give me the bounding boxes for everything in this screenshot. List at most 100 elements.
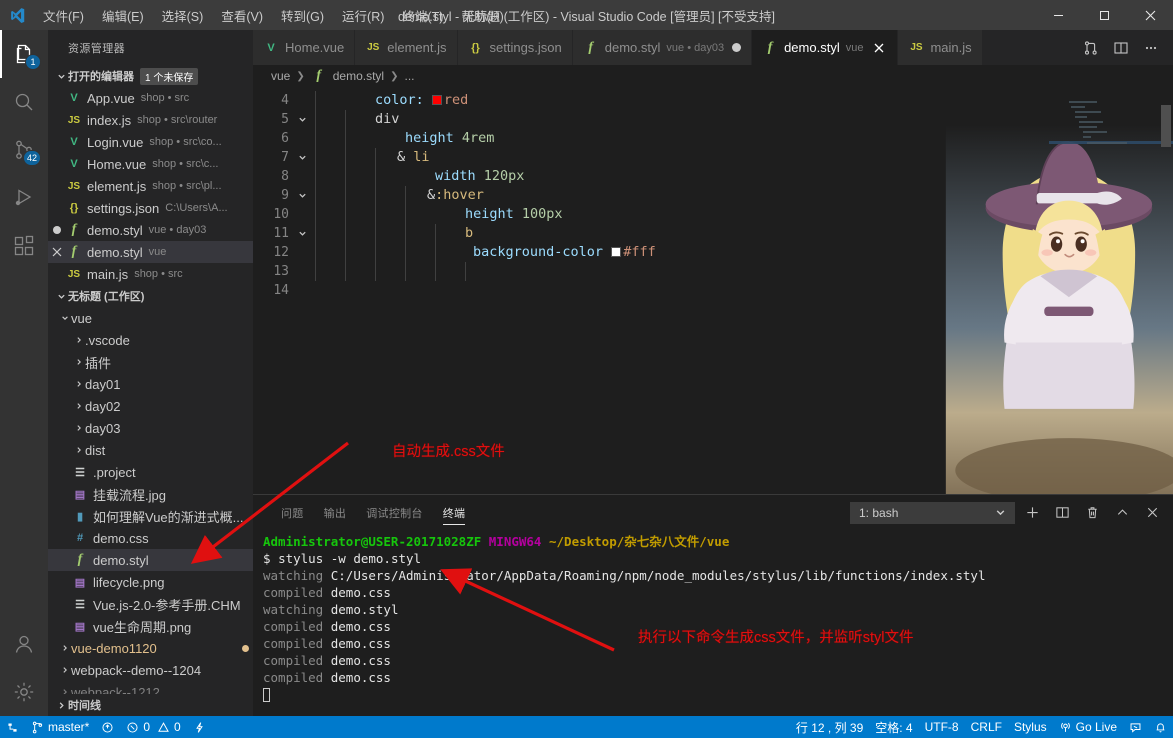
- bell-icon[interactable]: [1148, 721, 1173, 734]
- tree-item[interactable]: webpack--demo--1204: [48, 659, 253, 681]
- tree-item[interactable]: day02: [48, 395, 253, 417]
- open-editor-item[interactable]: {} settings.json C:\Users\A...: [48, 197, 253, 219]
- tab-demo-styl-active[interactable]: f demo.styl vue: [752, 30, 898, 65]
- tab-home-vue[interactable]: V Home.vue: [253, 30, 355, 65]
- open-editor-item[interactable]: V Login.vue shop • src\co...: [48, 131, 253, 153]
- panel-tab-debug-console[interactable]: 调试控制台: [356, 495, 433, 530]
- terminal-selector[interactable]: 1: bash: [850, 502, 1015, 524]
- menu-help[interactable]: 帮助(H): [452, 0, 512, 30]
- open-editor-item[interactable]: V App.vue shop • src: [48, 87, 253, 109]
- open-editors-header[interactable]: 打开的编辑器 1 个未保存: [48, 65, 253, 87]
- maximize-button[interactable]: [1081, 0, 1127, 30]
- workspace-header[interactable]: 无标题 (工作区): [48, 285, 253, 307]
- tree-item[interactable]: vue-demo1120: [48, 637, 253, 659]
- fold-chevron-icon[interactable]: [295, 224, 309, 243]
- menu-go[interactable]: 转到(G): [272, 0, 333, 30]
- chevron-right-icon: ❯: [294, 71, 306, 82]
- editor-scrollbar[interactable]: [1159, 87, 1173, 494]
- split-editor-icon[interactable]: [1077, 34, 1105, 62]
- trash-icon[interactable]: [1079, 501, 1105, 525]
- end-of-line[interactable]: CRLF: [965, 720, 1008, 734]
- breadcrumb-item-file[interactable]: demo.styl: [333, 69, 384, 83]
- fold-chevron-icon[interactable]: [295, 110, 309, 129]
- menu-view[interactable]: 查看(V): [212, 0, 272, 30]
- fold-chevron-icon[interactable]: [295, 148, 309, 167]
- panel-tab-terminal[interactable]: 终端: [433, 495, 476, 530]
- menu-edit[interactable]: 编辑(E): [93, 0, 153, 30]
- layout-icon[interactable]: [1107, 34, 1135, 62]
- go-live[interactable]: Go Live: [1053, 720, 1123, 734]
- remote-indicator[interactable]: [0, 716, 25, 738]
- tree-item[interactable]: day03: [48, 417, 253, 439]
- activity-search[interactable]: [0, 78, 48, 126]
- indentation[interactable]: 空格: 4: [869, 719, 918, 736]
- tree-item[interactable]: ▤ vue生命周期.png: [48, 615, 253, 637]
- activity-settings-gear[interactable]: [0, 668, 48, 716]
- tab-main-js[interactable]: JS main.js: [898, 30, 982, 65]
- open-editor-item[interactable]: V Home.vue shop • src\c...: [48, 153, 253, 175]
- git-branch[interactable]: master*: [25, 716, 95, 738]
- tab-demo-styl-day03[interactable]: f demo.styl vue • day03: [573, 30, 752, 65]
- tree-item[interactable]: ▤ 挂载流程.jpg: [48, 483, 253, 505]
- activity-extensions[interactable]: [0, 222, 48, 270]
- unsaved-dot-icon[interactable]: [732, 43, 741, 52]
- tree-item[interactable]: ▮ 如何理解Vue的渐进式概...: [48, 505, 253, 527]
- annotation-text-1: 自动生成.css文件: [392, 440, 505, 461]
- chevron-up-icon[interactable]: [1109, 501, 1135, 525]
- tree-item[interactable]: webpack--1212: [48, 681, 253, 694]
- fold-chevron-icon[interactable]: [295, 186, 309, 205]
- panel-tab-output[interactable]: 输出: [314, 495, 357, 530]
- plus-icon[interactable]: [1019, 501, 1045, 525]
- breadcrumb-item-symbol[interactable]: ...: [405, 69, 415, 83]
- menu-selection[interactable]: 选择(S): [153, 0, 213, 30]
- open-editor-item[interactable]: f demo.styl vue: [48, 241, 253, 263]
- timeline-header[interactable]: 时间线: [48, 694, 253, 716]
- feedback-icon[interactable]: [1123, 721, 1148, 734]
- code-lines[interactable]: color: red div height 4rem & li width 12…: [315, 87, 1173, 494]
- open-editor-item[interactable]: JS element.js shop • src\pl...: [48, 175, 253, 197]
- ellipsis-icon[interactable]: [1137, 34, 1165, 62]
- close-icon[interactable]: [871, 40, 887, 56]
- open-editor-item[interactable]: JS main.js shop • src: [48, 263, 253, 285]
- menu-terminal[interactable]: 终端(T): [393, 0, 452, 30]
- problems-status[interactable]: 0 0: [120, 716, 186, 738]
- tree-item[interactable]: ☰ .project: [48, 461, 253, 483]
- menu-file[interactable]: 文件(F): [34, 0, 93, 30]
- cursor-position[interactable]: 行 12 , 列 39: [790, 719, 869, 736]
- tab-element-js[interactable]: JS element.js: [355, 30, 457, 65]
- activity-source-control[interactable]: 42: [0, 126, 48, 174]
- terminal-output[interactable]: Administrator@USER-20171028ZF MINGW64 ~/…: [253, 530, 1173, 716]
- close-button[interactable]: [1127, 0, 1173, 30]
- language-mode[interactable]: Stylus: [1008, 720, 1053, 734]
- activity-accounts[interactable]: [0, 620, 48, 668]
- code-editor[interactable]: 4 5 6 7 8 9 10 11 12 13: [253, 87, 1173, 494]
- tree-item[interactable]: .vscode: [48, 329, 253, 351]
- tree-item[interactable]: # demo.css: [48, 527, 253, 549]
- json-file-icon: {}: [468, 40, 484, 56]
- breadcrumb-item-folder[interactable]: vue: [271, 69, 290, 83]
- split-icon[interactable]: [1049, 501, 1075, 525]
- tree-folder-vue[interactable]: vue: [48, 307, 253, 329]
- menu-bar[interactable]: 文件(F) 编辑(E) 选择(S) 查看(V) 转到(G) 运行(R) 终端(T…: [34, 0, 513, 30]
- sync-changes[interactable]: [95, 716, 120, 738]
- tree-item[interactable]: day01: [48, 373, 253, 395]
- ports-status[interactable]: [187, 716, 212, 738]
- open-editor-item[interactable]: JS index.js shop • src\router: [48, 109, 253, 131]
- activity-explorer[interactable]: 1: [0, 30, 48, 78]
- scrollbar-thumb[interactable]: [1161, 105, 1171, 147]
- tree-item[interactable]: ☰ Vue.js-2.0-参考手册.CHM: [48, 593, 253, 615]
- close-icon[interactable]: [48, 247, 66, 257]
- tree-item[interactable]: ▤ lifecycle.png: [48, 571, 253, 593]
- panel-tab-problems[interactable]: 问题: [271, 495, 314, 530]
- tab-settings-json[interactable]: {} settings.json: [458, 30, 573, 65]
- menu-run[interactable]: 运行(R): [333, 0, 393, 30]
- activity-run-debug[interactable]: [0, 174, 48, 222]
- tree-item-demo-styl[interactable]: f demo.styl: [48, 549, 253, 571]
- open-editor-item[interactable]: f demo.styl vue • day03: [48, 219, 253, 241]
- tree-item[interactable]: 插件: [48, 351, 253, 373]
- code-surface[interactable]: 4 5 6 7 8 9 10 11 12 13: [253, 87, 1173, 494]
- minimize-button[interactable]: [1035, 0, 1081, 30]
- close-icon[interactable]: [1139, 501, 1165, 525]
- encoding[interactable]: UTF-8: [919, 720, 965, 734]
- tree-item[interactable]: dist: [48, 439, 253, 461]
